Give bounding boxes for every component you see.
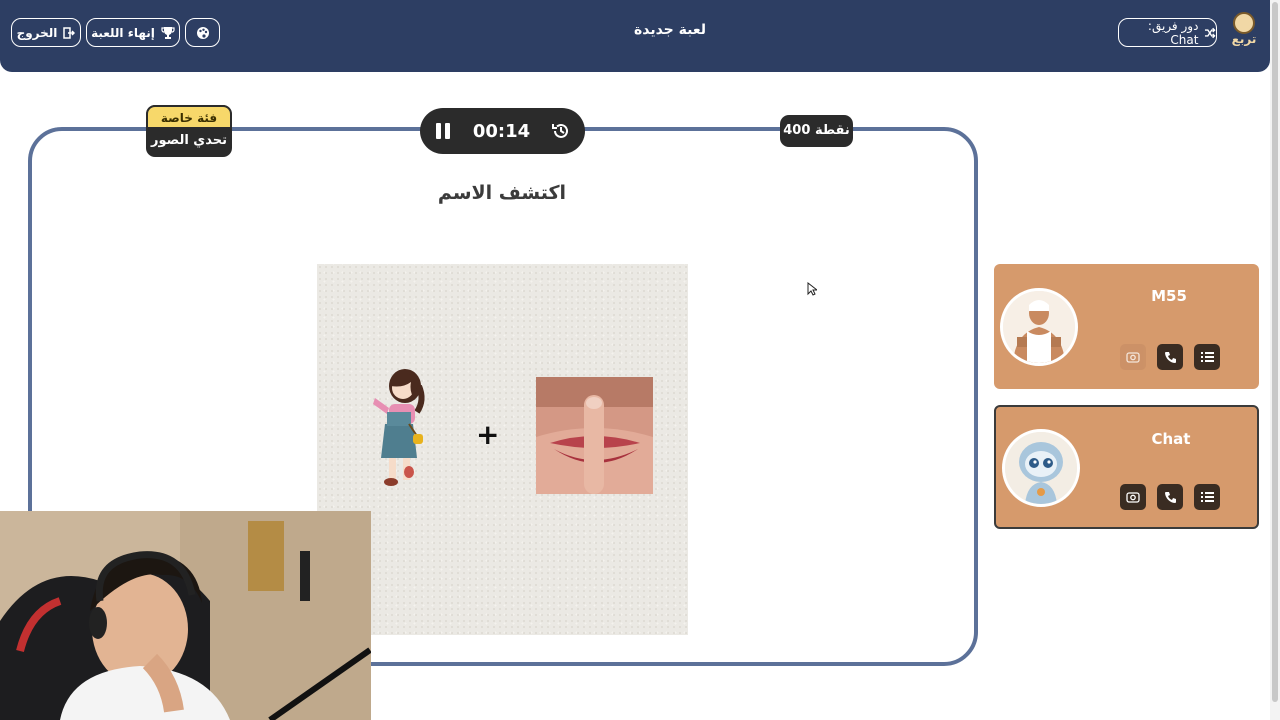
- shuffle-icon: [1205, 27, 1216, 38]
- category-type: فئة خاصة: [146, 105, 232, 127]
- exit-button[interactable]: الخروج: [11, 18, 81, 47]
- reset-timer-icon[interactable]: [551, 121, 571, 141]
- palette-icon: [196, 26, 209, 39]
- team-card-m55[interactable]: M55: [994, 264, 1259, 389]
- pause-icon[interactable]: [434, 122, 452, 140]
- page-scrollbar[interactable]: [1270, 0, 1280, 720]
- muscle-man-avatar: [1000, 288, 1078, 366]
- end-game-label: إنهاء اللعبة: [91, 25, 155, 40]
- phone-icon: [1164, 351, 1176, 363]
- team-name: Chat: [1151, 430, 1191, 448]
- team-name: M55: [1151, 287, 1187, 305]
- streamer-webcam-scene: [0, 511, 371, 720]
- menu-button[interactable]: [1194, 484, 1220, 510]
- robot-avatar: [1002, 429, 1080, 507]
- swap-image-button[interactable]: [1120, 344, 1146, 370]
- exit-icon: [63, 26, 76, 39]
- shush-illustration: [536, 377, 653, 494]
- shush-image: [536, 377, 653, 494]
- turn-indicator-button[interactable]: دور فريق: Chat: [1118, 18, 1217, 47]
- timer-value: 00:14: [472, 120, 531, 142]
- swap-image-button[interactable]: [1120, 484, 1146, 510]
- exit-label: الخروج: [16, 25, 58, 40]
- palette-button[interactable]: [185, 18, 220, 47]
- logo-face-icon: [1233, 12, 1255, 34]
- camera-swap-icon: [1126, 492, 1140, 503]
- plus-sign: +: [476, 418, 500, 451]
- trophy-icon: [161, 27, 175, 39]
- camera-swap-icon: [1126, 352, 1140, 363]
- list-icon: [1200, 352, 1214, 362]
- girl-illustration: [373, 369, 425, 486]
- phone-icon: [1164, 491, 1176, 503]
- top-header: الخروج إنهاء اللعبة لعبة جديدة دور فريق:…: [0, 0, 1270, 72]
- call-button[interactable]: [1157, 344, 1183, 370]
- webcam-overlay: [0, 511, 371, 720]
- robot-avatar-image: [1005, 432, 1077, 504]
- call-button[interactable]: [1157, 484, 1183, 510]
- question-title: اكتشف الاسم: [437, 182, 567, 204]
- muscle-man-avatar-image: [1003, 291, 1075, 363]
- page-title: لعبة جديدة: [633, 22, 707, 38]
- timer-bar: 00:14: [420, 108, 585, 154]
- category-name: تحدي الصور: [151, 133, 227, 148]
- category-badge: فئة خاصة تحدي الصور: [146, 105, 232, 157]
- menu-button[interactable]: [1194, 344, 1220, 370]
- scrollbar-thumb[interactable]: [1272, 2, 1278, 702]
- mouse-cursor-icon: [807, 282, 817, 296]
- logo-text: تربع: [1231, 32, 1257, 46]
- points-badge: 400 نقطة: [780, 115, 853, 147]
- list-icon: [1200, 492, 1214, 502]
- app-logo[interactable]: تربع: [1228, 12, 1260, 54]
- turn-label: دور فريق: Chat: [1147, 18, 1199, 47]
- team-card-chat[interactable]: Chat: [994, 405, 1259, 529]
- end-game-button[interactable]: إنهاء اللعبة: [86, 18, 180, 47]
